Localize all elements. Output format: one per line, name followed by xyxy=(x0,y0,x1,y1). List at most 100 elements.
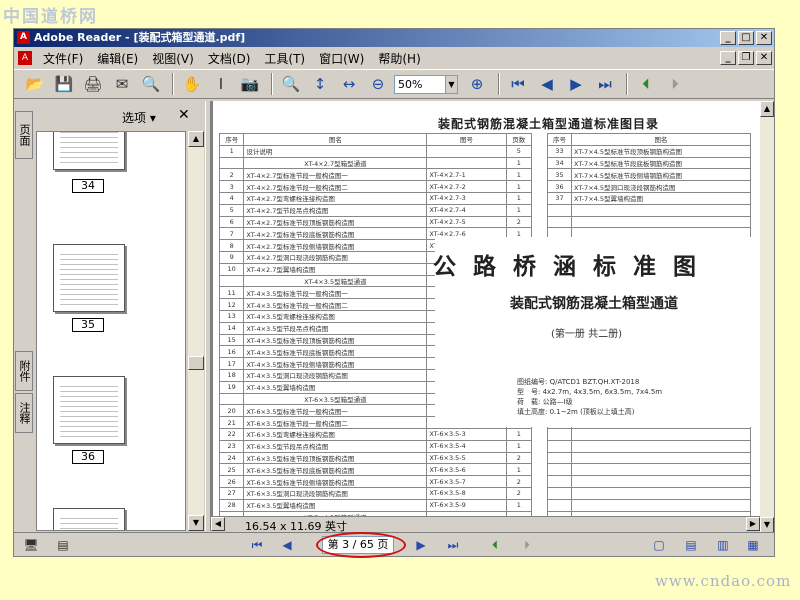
tab-comments[interactable]: 注释 xyxy=(15,393,33,433)
facing-view-icon[interactable]: ▥ xyxy=(714,536,732,554)
menu-document[interactable]: 文档(D) xyxy=(201,50,258,67)
table-cell: XT-6×3.5-8 xyxy=(426,486,507,500)
options-menu[interactable]: 选项 ▾ xyxy=(122,109,156,126)
table-row xyxy=(547,463,751,477)
minimize-button[interactable]: _ xyxy=(720,31,736,45)
menu-tools[interactable]: 工具(T) xyxy=(257,50,312,67)
zoom-out-icon[interactable]: ⊖ xyxy=(365,72,391,96)
first-page-icon[interactable]: ⏮ xyxy=(248,536,266,554)
table-cell: 1 xyxy=(505,191,533,205)
table-cell: 27 xyxy=(218,486,245,500)
save-icon[interactable]: 💾 xyxy=(51,72,77,96)
print-icon[interactable]: 🖨 xyxy=(80,72,106,96)
page-thumbnail[interactable] xyxy=(53,132,125,170)
table-cell: 4 xyxy=(218,191,245,205)
toolbar: 📂 💾 🖨 ✉ 🔍 ✋ I 📷 🔍 ↕ ↔ ⊖ 50% ▼ ⊕ ⏮ ◀ ▶ ⏭ … xyxy=(14,69,774,99)
menu-file[interactable]: 文件(F) xyxy=(36,50,90,67)
menu-view[interactable]: 视图(V) xyxy=(145,50,201,67)
select-tool-icon[interactable]: I xyxy=(208,72,234,96)
table-cell: XT-4×2.7-1 xyxy=(426,168,507,182)
menu-edit[interactable]: 编辑(E) xyxy=(90,50,145,67)
table-cell: XT-6×3.5-3 xyxy=(426,427,507,441)
scroll-thumb[interactable] xyxy=(188,356,204,370)
table-cell: XT-4×3.5型标准节段一般构造图一 xyxy=(243,286,428,300)
table-cell: 37 xyxy=(547,191,572,205)
document-properties-icon[interactable]: ▤ xyxy=(54,536,72,554)
tab-attachments[interactable]: 附件 xyxy=(15,351,33,391)
page-thumbnail[interactable] xyxy=(53,508,125,530)
table-cell: XT-4×3.5型洞口现浇段钢筋构造图 xyxy=(243,368,428,382)
table-cell: 9 xyxy=(218,250,245,264)
table-row: 5 XT-4×2.7型节段吊点构造图 XT-4×2.7-4 1 xyxy=(218,203,533,217)
table-cell: XT-4×3.5型翼墙构造图 xyxy=(243,380,428,394)
scroll-right-icon[interactable]: ▶ xyxy=(746,517,760,531)
next-page-icon[interactable]: ▶ xyxy=(563,72,589,96)
scroll-down-icon[interactable]: ▼ xyxy=(760,517,774,533)
doc-restore-button[interactable]: ❐ xyxy=(738,51,754,65)
doc-close-button[interactable]: ✕ xyxy=(756,51,772,65)
last-page-icon[interactable]: ⏭ xyxy=(444,536,462,554)
thumbnail-scrollbar[interactable]: ▲ ▼ xyxy=(188,131,204,531)
fit-page-icon[interactable]: ↕ xyxy=(307,72,333,96)
first-page-icon[interactable]: ⏮ xyxy=(505,72,531,96)
table-cell: XT-4×2.7型洞口现浇段钢筋构造图 xyxy=(243,250,428,264)
close-button[interactable]: ✕ xyxy=(756,31,772,45)
table-cell: 15 xyxy=(218,333,245,347)
table-row: 27 XT-6×3.5型洞口现浇段钢筋构造图 XT-6×3.5-8 2 xyxy=(218,486,533,500)
email-icon[interactable]: ✉ xyxy=(109,72,135,96)
scroll-up-icon[interactable]: ▲ xyxy=(188,131,204,147)
previous-page-icon[interactable]: ◀ xyxy=(534,72,560,96)
scroll-down-icon[interactable]: ▼ xyxy=(188,515,204,531)
table-cell: XT-6×3.5型标准节段一般构造图二 xyxy=(243,416,428,429)
document-vertical-scrollbar[interactable]: ▲ ▼ xyxy=(760,101,774,533)
page-thumbnail[interactable] xyxy=(53,376,125,444)
back-icon[interactable]: ⏴ xyxy=(486,536,504,554)
continuous-facing-view-icon[interactable]: ▦ xyxy=(744,536,762,554)
last-page-icon[interactable]: ⏭ xyxy=(592,72,618,96)
menu-help[interactable]: 帮助(H) xyxy=(371,50,427,67)
table-cell xyxy=(571,463,751,477)
table-cell: 24 xyxy=(218,451,245,465)
open-folder-icon[interactable]: 📂 xyxy=(22,72,48,96)
scroll-left-icon[interactable]: ◀ xyxy=(211,517,225,531)
table-cell: XT-4×3.5型节段吊点构造图 xyxy=(243,321,428,335)
menu-window[interactable]: 窗口(W) xyxy=(312,50,371,67)
close-panel-icon[interactable]: ✕ xyxy=(178,107,190,123)
table-cell: XT-6×3.5-9 xyxy=(426,498,507,512)
table-cell: 23 xyxy=(218,439,245,453)
search-icon[interactable]: 🔍 xyxy=(138,72,164,96)
continuous-view-icon[interactable]: ▤ xyxy=(682,536,700,554)
back-icon[interactable]: ⏴ xyxy=(633,72,659,96)
fit-width-icon[interactable]: ↔ xyxy=(336,72,362,96)
table-row: 37 XT-7×4.5型翼墙构造图 xyxy=(547,191,751,205)
tab-pages[interactable]: 页面 xyxy=(15,111,33,159)
scroll-up-icon[interactable]: ▲ xyxy=(760,101,774,117)
table-cell: XT-4×2.7-4 xyxy=(426,203,507,217)
table-cell: 5 xyxy=(218,203,245,217)
zoom-input[interactable]: 50% xyxy=(394,74,446,94)
thumbnail-list: 34 35 36 xyxy=(36,131,186,531)
single-page-view-icon[interactable]: ▢ xyxy=(650,536,668,554)
table-cell: XT-4×2.7-3 xyxy=(426,191,507,205)
forward-icon[interactable]: ⏵ xyxy=(662,72,688,96)
doc-minimize-button[interactable]: _ xyxy=(720,51,736,65)
zoom-dropdown-icon[interactable]: ▼ xyxy=(446,74,458,94)
page-thumbnail[interactable] xyxy=(53,244,125,312)
hand-tool-icon[interactable]: ✋ xyxy=(179,72,205,96)
zoom-in-tool-icon[interactable]: 🔍 xyxy=(278,72,304,96)
maximize-button[interactable]: □ xyxy=(738,31,754,45)
previous-page-icon[interactable]: ◀ xyxy=(278,536,296,554)
next-page-icon[interactable]: ▶ xyxy=(412,536,430,554)
snapshot-icon[interactable]: 📷 xyxy=(237,72,263,96)
forward-icon[interactable]: ⏵ xyxy=(518,536,536,554)
table-cell: XT-6×3.5-6 xyxy=(426,463,507,477)
document-horizontal-scrollbar[interactable]: ◀ 16.54 x 11.69 英寸 ▶ xyxy=(211,516,760,533)
table-cell xyxy=(218,274,245,288)
monitor-icon[interactable]: 🖥 xyxy=(22,536,40,554)
table-row: 22 XT-6×3.5型弯螺栓连接构造图 XT-6×3.5-3 1 xyxy=(218,427,533,441)
cover-info-line: 荷 载: 公路—I级 xyxy=(517,398,573,406)
column-header: 序号 xyxy=(218,133,245,146)
table-row: 26 XT-6×3.5型标准节段侧墙钢筋构造图 XT-6×3.5-7 2 xyxy=(218,475,533,488)
table-cell: 设计说明 xyxy=(243,144,428,158)
zoom-in-icon[interactable]: ⊕ xyxy=(464,72,490,96)
